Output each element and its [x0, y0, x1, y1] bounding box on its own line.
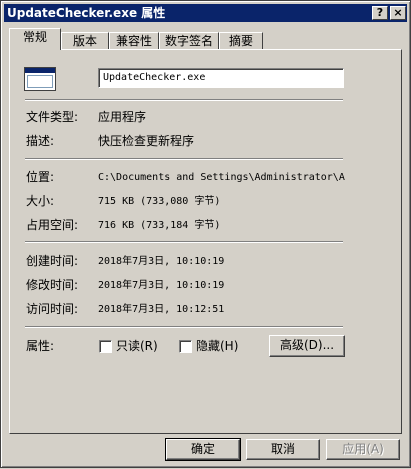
created-value: 2018年7月3日, 10:10:19: [98, 256, 225, 267]
general-content: UpdateChecker.exe 文件类型: 应用程序 描述: 快压检查更新程…: [1, 1, 411, 469]
file-type-value: 应用程序: [98, 110, 147, 124]
separator: [25, 158, 343, 160]
description-value: 快压检查更新程序: [98, 134, 195, 148]
size-on-disk-value: 716 KB (733,184 字节): [98, 220, 221, 231]
modified-label: 修改时间:: [26, 278, 79, 292]
modified-value: 2018年7月3日, 10:10:19: [98, 280, 225, 291]
size-value: 715 KB (733,080 字节): [98, 196, 221, 207]
size-label: 大小:: [26, 194, 55, 208]
size-on-disk-label: 占用空间:: [26, 218, 79, 232]
separator: [25, 241, 343, 243]
hidden-checkbox[interactable]: [179, 340, 192, 353]
attributes-label: 属性:: [26, 339, 55, 353]
location-label: 位置:: [26, 170, 55, 184]
separator: [25, 99, 343, 101]
separator: [25, 326, 343, 328]
created-label: 创建时间:: [26, 254, 79, 268]
location-value: C:\Documents and Settings\Administrator\…: [98, 172, 345, 183]
properties-dialog: UpdateChecker.exe 属性 ? × 常规 版本 兼容性 数字签名 …: [0, 0, 411, 468]
accessed-value: 2018年7月3日, 10:12:51: [98, 304, 225, 315]
advanced-button[interactable]: 高级(D)...: [269, 335, 345, 357]
accessed-label: 访问时间:: [26, 302, 79, 316]
file-name-field[interactable]: UpdateChecker.exe: [98, 68, 344, 88]
exe-window-icon: [24, 67, 56, 91]
description-label: 描述:: [26, 134, 55, 148]
readonly-checkbox[interactable]: [99, 340, 112, 353]
file-type-label: 文件类型:: [26, 110, 79, 124]
hidden-label[interactable]: 隐藏(H): [196, 339, 238, 353]
readonly-label[interactable]: 只读(R): [116, 339, 158, 353]
